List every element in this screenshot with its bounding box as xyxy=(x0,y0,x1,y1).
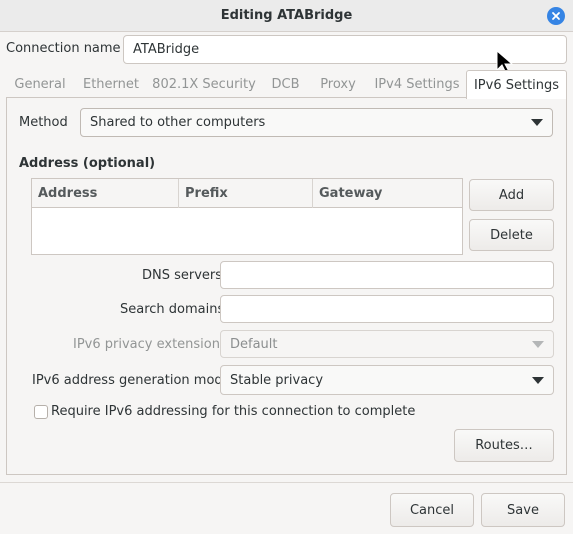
title-bar: Editing ATABridge xyxy=(0,0,573,32)
address-table[interactable]: Address Prefix Gateway xyxy=(31,178,463,255)
address-generation-select[interactable]: Stable privacy xyxy=(220,365,554,395)
search-domains-input[interactable] xyxy=(220,295,554,323)
search-domains-label: Search domains xyxy=(120,302,225,317)
close-button[interactable] xyxy=(547,7,565,25)
window-title: Editing ATABridge xyxy=(220,8,353,23)
address-generation-value: Stable privacy xyxy=(230,372,324,388)
privacy-extensions-select: Default xyxy=(220,330,554,358)
add-button[interactable]: Add xyxy=(469,179,554,211)
method-label: Method xyxy=(19,115,68,130)
require-ipv6-checkbox[interactable] xyxy=(34,405,48,419)
method-value: Shared to other computers xyxy=(90,115,266,130)
tab-dcb[interactable]: DCB xyxy=(264,70,307,98)
cancel-button[interactable]: Cancel xyxy=(390,493,474,527)
tab-ipv6-settings[interactable]: IPv6 Settings xyxy=(466,70,567,99)
address-table-header: Address Prefix Gateway xyxy=(32,179,462,208)
close-icon xyxy=(552,12,560,20)
routes-button[interactable]: Routes… xyxy=(454,429,554,462)
dns-servers-input[interactable] xyxy=(220,261,554,289)
require-ipv6-label[interactable]: Require IPv6 addressing for this connect… xyxy=(51,404,415,419)
column-header-prefix[interactable]: Prefix xyxy=(179,179,313,208)
tab-proxy[interactable]: Proxy xyxy=(312,70,364,98)
save-button[interactable]: Save xyxy=(481,493,565,527)
delete-button[interactable]: Delete xyxy=(469,219,554,251)
chevron-down-icon xyxy=(532,376,544,384)
privacy-extensions-value: Default xyxy=(230,336,278,352)
tab-ipv4-settings[interactable]: IPv4 Settings xyxy=(369,70,465,98)
tab-8021x-security[interactable]: 802.1X Security xyxy=(149,70,259,98)
tab-ethernet[interactable]: Ethernet xyxy=(76,70,146,98)
column-header-gateway[interactable]: Gateway xyxy=(313,179,462,208)
address-heading: Address (optional) xyxy=(19,156,156,171)
connection-name-value: ATABridge xyxy=(133,42,200,57)
privacy-extensions-label: IPv6 privacy extensions xyxy=(73,337,227,352)
footer-separator xyxy=(0,482,573,483)
method-select[interactable]: Shared to other computers xyxy=(80,108,553,137)
column-header-address[interactable]: Address xyxy=(32,179,179,208)
tab-general[interactable]: General xyxy=(6,70,74,98)
chevron-down-icon xyxy=(532,340,544,348)
chevron-down-icon xyxy=(531,119,543,126)
dns-servers-label: DNS servers xyxy=(142,268,223,283)
connection-name-label: Connection name xyxy=(6,41,121,56)
address-generation-label: IPv6 address generation mode xyxy=(32,373,231,388)
